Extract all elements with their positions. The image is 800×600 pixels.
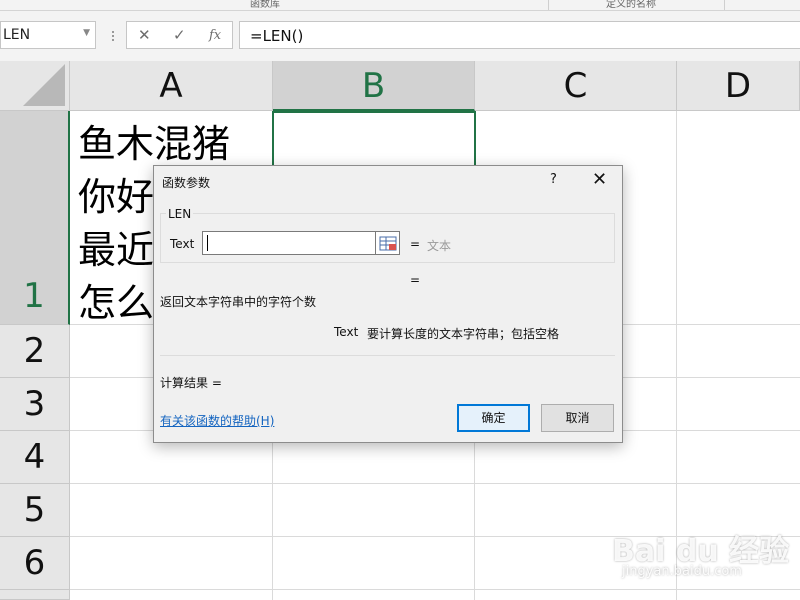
function-equals: = (410, 273, 421, 287)
row-header-1[interactable]: 1 (0, 111, 70, 325)
enter-icon[interactable]: ✓ (173, 26, 186, 44)
formula-input[interactable]: =LEN() (239, 21, 800, 49)
arg-result-hint: 文本 (427, 239, 452, 253)
watermark: Bai du 经验 jingyan.baidu.com (612, 518, 797, 586)
arg-description-name: Text (334, 325, 359, 339)
dialog-divider (160, 355, 615, 356)
ribbon-group-function-library[interactable]: 函数库 (250, 0, 280, 10)
grid-line (70, 483, 800, 484)
function-name: LEN (166, 207, 194, 221)
select-all-triangle-icon (23, 64, 65, 106)
collapse-dialog-icon (379, 236, 397, 251)
select-all-corner[interactable] (0, 61, 70, 111)
column-header-a[interactable]: A (70, 61, 273, 111)
arg-description-text: 要计算长度的文本字符串；包括空格 (367, 327, 560, 341)
ribbon-separator (548, 0, 549, 10)
formula-bar: LEN ▼ ✕ ✓ fx =LEN() (0, 11, 800, 61)
name-box-value: LEN (3, 27, 31, 43)
row-header-6[interactable]: 6 (0, 537, 70, 590)
row-header-3[interactable]: 3 (0, 378, 70, 431)
cancel-icon[interactable]: ✕ (138, 26, 151, 44)
row-header-4[interactable]: 4 (0, 431, 70, 484)
function-arguments-dialog: 函数参数 ? ✕ LEN Text = 文本 = 返回文本字符串中的字符个数 T… (153, 165, 623, 443)
grid-line (70, 589, 800, 590)
ribbon-group-defined-names[interactable]: 定义的名称 (606, 0, 656, 10)
result-label: 计算结果 = (160, 376, 222, 390)
close-icon[interactable]: ✕ (592, 169, 607, 190)
dialog-title: 函数参数 (162, 176, 211, 190)
column-header-d[interactable]: D (677, 61, 800, 111)
arg-label: Text (170, 237, 195, 251)
chevron-down-icon[interactable]: ▼ (83, 28, 90, 38)
range-select-button[interactable] (376, 231, 400, 255)
text-cursor (207, 235, 208, 251)
ok-button[interactable]: 确定 (457, 404, 530, 432)
ribbon-strip: 函数库 定义的名称 (0, 0, 800, 11)
name-box[interactable]: LEN ▼ (0, 21, 96, 49)
drag-handle-icon[interactable] (112, 31, 114, 33)
function-description: 返回文本字符串中的字符个数 (160, 295, 317, 309)
watermark-url: jingyan.baidu.com (622, 564, 742, 579)
formula-text: =LEN() (250, 27, 304, 45)
text-arg-input[interactable] (202, 231, 376, 255)
ribbon-separator (724, 0, 725, 10)
column-header-c[interactable]: C (475, 61, 677, 111)
row-header-2[interactable]: 2 (0, 325, 70, 378)
cancel-button[interactable]: 取消 (541, 404, 614, 432)
function-help-link[interactable]: 有关该函数的帮助(H) (160, 412, 274, 429)
help-icon[interactable]: ? (550, 172, 557, 187)
column-header-b[interactable]: B (273, 61, 475, 111)
insert-function-icon[interactable]: fx (209, 28, 221, 43)
row-header-7[interactable] (0, 590, 70, 600)
formula-buttons: ✕ ✓ fx (126, 21, 233, 49)
arg-equals: = (410, 237, 421, 251)
row-header-5[interactable]: 5 (0, 484, 70, 537)
